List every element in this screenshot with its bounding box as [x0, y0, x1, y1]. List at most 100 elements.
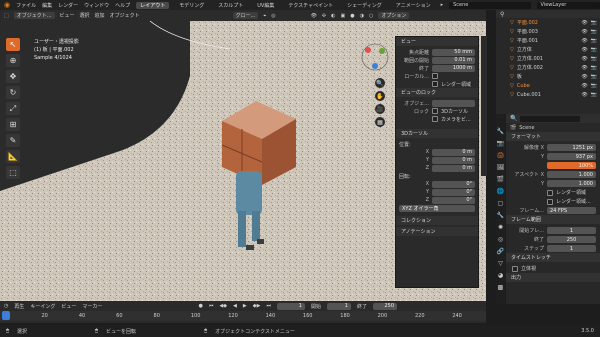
material-props-icon[interactable]: ◕	[498, 272, 503, 279]
tab-layout[interactable]: レイアウト	[136, 1, 170, 9]
resolution-percent-field[interactable]: 100%	[547, 162, 596, 169]
keying-menu[interactable]: キーイング	[30, 303, 55, 310]
sidebar-tabs[interactable]	[481, 36, 487, 176]
tab-shading[interactable]: シェーディング	[343, 2, 386, 9]
play-reverse-icon[interactable]: ◀	[233, 303, 237, 309]
render-camera-icon[interactable]: 📷	[591, 29, 597, 35]
render-camera-icon[interactable]: 📷	[591, 74, 597, 80]
render-camera-icon[interactable]: 📷	[591, 65, 597, 71]
rotate-tool-icon[interactable]: ↻	[6, 86, 20, 99]
aspect-y-field[interactable]: 1.000	[547, 180, 596, 187]
modifier-props-icon[interactable]: 🔧	[497, 212, 504, 219]
transform-orientation-dropdown[interactable]: グロー...	[232, 12, 259, 19]
visibility-eye-icon[interactable]: 👁	[581, 47, 587, 53]
timeline-start-field[interactable]: 1	[326, 302, 351, 310]
visibility-eye-icon[interactable]: 👁	[581, 92, 587, 98]
timeline-view-menu[interactable]: ビュー	[61, 303, 76, 310]
shading-material-icon[interactable]: ◑	[360, 13, 364, 19]
zoom-icon[interactable]: 🔍	[375, 78, 385, 88]
output-props-icon[interactable]: 🖨	[497, 152, 505, 159]
physics-props-icon[interactable]: ◎	[498, 236, 503, 243]
tab-texture-paint[interactable]: テクスチャペイント	[284, 2, 337, 9]
object-props-icon[interactable]: ▢	[498, 200, 504, 207]
tab-modeling[interactable]: モデリング	[175, 2, 208, 9]
clip-end-field[interactable]: 1000 m	[432, 64, 475, 72]
menu-file[interactable]: ファイル	[16, 2, 36, 9]
clip-start-field[interactable]: 0.01 m	[432, 56, 475, 64]
time-stretch-title[interactable]: タイムストレッチ	[506, 253, 600, 262]
navigation-gizmo[interactable]	[360, 42, 390, 72]
outliner-item[interactable]: ▽ Cube.001 👁 📷	[510, 90, 600, 99]
tab-uv-edit[interactable]: UV編集	[253, 2, 278, 9]
cursor-rot-y[interactable]: 0°	[432, 188, 475, 196]
frame-start-field[interactable]: 1	[547, 227, 596, 234]
outliner-item[interactable]: ▽ 立方体.001 👁 📷	[510, 54, 600, 63]
outliner-item[interactable]: ▽ 平面.003 👁 📷	[510, 27, 600, 36]
menu-edit[interactable]: 編集	[42, 2, 52, 9]
render-region-prop-checkbox[interactable]	[547, 189, 553, 196]
cursor-loc-z[interactable]: 0 m	[432, 164, 475, 172]
shading-rendered-icon[interactable]: ○	[369, 13, 373, 19]
annotate-tool-icon[interactable]: ✎	[6, 134, 20, 147]
visibility-eye-icon[interactable]: 👁	[581, 65, 587, 71]
playhead[interactable]	[2, 311, 10, 320]
viewlayer-selector[interactable]: ViewLayer	[536, 1, 600, 9]
snap-icon[interactable]: ⌖	[263, 13, 266, 19]
jump-end-icon[interactable]: ⏭	[266, 303, 271, 309]
options-button[interactable]: オプション	[378, 12, 410, 19]
aspect-x-field[interactable]: 1.000	[547, 171, 596, 178]
menu-window[interactable]: ウィンドウ	[84, 2, 109, 9]
stereoscopy-checkbox[interactable]	[512, 265, 518, 272]
cursor-rot-z[interactable]: 0°	[432, 196, 475, 204]
texture-props-icon[interactable]: ▩	[498, 284, 504, 291]
mode-dropdown[interactable]: オブジェクト...	[13, 12, 55, 19]
menu-select[interactable]: 選択	[80, 12, 90, 19]
render-camera-icon[interactable]: 📷	[591, 92, 597, 98]
select-tool-icon[interactable]: ↖	[6, 38, 20, 51]
resolution-x-field[interactable]: 1251 px	[547, 144, 596, 151]
cursor-tool-icon[interactable]: ⊕	[6, 54, 20, 67]
visibility-eye-icon[interactable]: 👁	[581, 29, 587, 35]
outliner-item[interactable]: ▽ 平面.001 👁 📷	[510, 36, 600, 45]
lock-3d-cursor-checkbox[interactable]	[432, 108, 438, 114]
pan-hand-icon[interactable]: ✋	[375, 91, 385, 101]
gizmo-icon[interactable]: ✣	[322, 13, 326, 19]
3d-cursor-title[interactable]: 3Dカーソル	[396, 129, 478, 138]
output-panel-title[interactable]: 出力	[506, 273, 600, 282]
lock-camera-checkbox[interactable]	[432, 116, 438, 122]
render-camera-icon[interactable]: 📷	[591, 38, 597, 44]
visibility-eye-icon[interactable]: 👁	[581, 56, 587, 62]
format-panel-title[interactable]: フォーマット	[506, 132, 600, 141]
local-camera-checkbox[interactable]	[432, 73, 438, 79]
ortho-grid-icon[interactable]: ▦	[375, 117, 385, 127]
view-lock-title[interactable]: ビューのロック	[396, 88, 478, 97]
transform-tool-icon[interactable]: ⊞	[6, 118, 20, 131]
frame-step-field[interactable]: 1	[547, 245, 596, 252]
render-camera-icon[interactable]: 📷	[591, 56, 597, 62]
scale-tool-icon[interactable]: ⤢	[6, 102, 20, 115]
collection-panel-title[interactable]: コレクション	[396, 216, 478, 225]
xray-icon[interactable]: ▣	[341, 13, 346, 19]
frame-rate-dropdown[interactable]: 24 FPS	[547, 207, 596, 214]
render-region-checkbox[interactable]	[432, 81, 438, 87]
menu-render[interactable]: レンダー	[58, 2, 78, 9]
filter-icon[interactable]: ⚲	[500, 11, 504, 18]
editor-type-icon[interactable]: ⬚	[4, 13, 9, 19]
view-layer-props-icon[interactable]: 🖼	[497, 164, 505, 171]
focal-length-field[interactable]: 50 mm	[432, 48, 475, 56]
tool-props-icon[interactable]: 🔧	[497, 128, 504, 135]
blender-logo-icon[interactable]: ◉	[4, 1, 10, 9]
frame-end-field[interactable]: 250	[547, 236, 596, 243]
visibility-eye-icon[interactable]: 👁	[581, 38, 587, 44]
outliner-item[interactable]: ▽ 平面.002 👁 📷	[510, 18, 600, 27]
timeline-editor-icon[interactable]: ◷	[4, 303, 8, 309]
menu-view[interactable]: ビュー	[60, 12, 75, 19]
marker-menu[interactable]: マーカー	[82, 303, 102, 310]
cursor-loc-y[interactable]: 0 m	[432, 156, 475, 164]
render-props-icon[interactable]: 📷	[497, 140, 504, 147]
render-camera-icon[interactable]: 📷	[591, 47, 597, 53]
add-cube-tool-icon[interactable]: ⬚	[6, 166, 20, 179]
playback-menu[interactable]: 再生	[14, 303, 24, 310]
visibility-eye-icon[interactable]: 👁	[581, 20, 587, 26]
lock-object-field[interactable]	[432, 99, 475, 107]
